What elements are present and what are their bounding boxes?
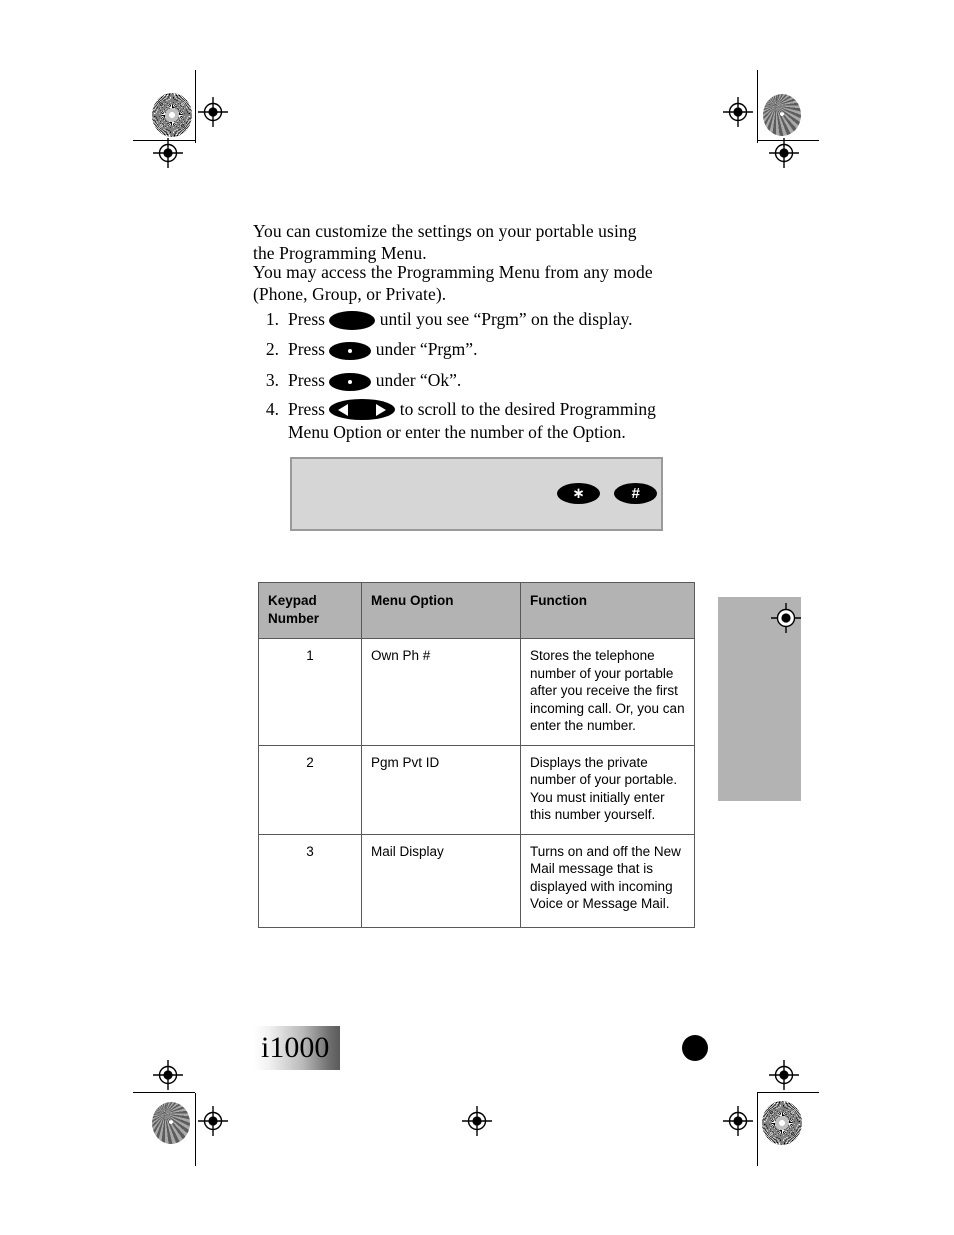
star-key-icon[interactable]: ∗ bbox=[557, 483, 600, 504]
step-text-before: Press bbox=[288, 399, 325, 419]
crop-line-top-right-vertical bbox=[757, 70, 758, 143]
registration-crosshair-top-left-lower bbox=[153, 138, 183, 168]
step-number: 4. bbox=[265, 399, 279, 419]
step-number: 1. bbox=[265, 309, 279, 329]
step-text-before: Press bbox=[288, 370, 325, 390]
intro-paragraph-2: You may access the Programming Menu from… bbox=[253, 262, 653, 304]
registration-crosshair-center-bottom bbox=[462, 1106, 492, 1136]
step-item-2: 2. Press under “Prgm”. bbox=[253, 338, 673, 361]
crop-line-bottom-right-vertical bbox=[757, 1093, 758, 1166]
cell-keypad-number: 1 bbox=[258, 638, 362, 746]
table-header-row: Keypad Number Menu Option Function bbox=[258, 582, 695, 639]
cell-menu-option: Own Ph # bbox=[361, 638, 521, 746]
pound-key-icon[interactable]: # bbox=[614, 483, 657, 504]
page-marker-dot bbox=[682, 1035, 708, 1061]
registration-crosshair-bottom-right-upper bbox=[769, 1060, 799, 1090]
cell-keypad-number: 2 bbox=[258, 744, 362, 835]
step-item-4: 4. Press to scroll to the desired Progra… bbox=[253, 398, 678, 444]
step-text: Press until you see “Prgm” on the displa… bbox=[288, 308, 673, 331]
arrow-right-icon bbox=[376, 403, 387, 416]
soft-key-icon[interactable] bbox=[329, 373, 372, 391]
column-header-menu-option: Menu Option bbox=[361, 582, 521, 639]
crop-line-bottom-left-horizontal bbox=[133, 1092, 195, 1093]
step-text: Press under “Prgm”. bbox=[288, 338, 673, 361]
registration-speckle-top-right bbox=[763, 94, 801, 136]
cell-function: Displays the private number of your port… bbox=[520, 744, 695, 835]
registration-crosshair-bottom-right-outer bbox=[723, 1106, 753, 1136]
cell-menu-option: Mail Display bbox=[361, 833, 521, 928]
table-header: Keypad Number Menu Option Function bbox=[258, 582, 695, 639]
cell-function: Turns on and off the New Mail message th… bbox=[520, 833, 695, 928]
column-header-keypad-number: Keypad Number bbox=[258, 582, 362, 639]
manual-page: You can customize the settings on your p… bbox=[0, 0, 954, 1235]
cell-keypad-number: 3 bbox=[258, 833, 362, 928]
cell-function: Stores the telephone number of your port… bbox=[520, 638, 695, 746]
step-text: Press under “Ok”. bbox=[288, 369, 673, 392]
intro-paragraph-1: You can customize the settings on your p… bbox=[253, 221, 637, 263]
cell-menu-option: Pgm Pvt ID bbox=[361, 744, 521, 835]
table-row: 2 Pgm Pvt ID Displays the private number… bbox=[258, 744, 695, 835]
registration-crosshair-top-left-outer bbox=[198, 97, 228, 127]
step-item-1: 1. Press until you see “Prgm” on the dis… bbox=[253, 308, 673, 331]
scroll-key-icon[interactable] bbox=[329, 399, 396, 420]
programming-menu-table: Keypad Number Menu Option Function 1 Own… bbox=[258, 582, 695, 928]
crop-line-bottom-left-vertical bbox=[195, 1093, 196, 1166]
step-number: 2. bbox=[265, 339, 279, 359]
keypad-callout-box: ∗ # bbox=[290, 457, 663, 531]
step-text-after: under “Ok”. bbox=[375, 370, 462, 390]
crop-line-bottom-right-horizontal bbox=[757, 1092, 819, 1093]
column-header-function: Function bbox=[520, 582, 695, 639]
table-row: 3 Mail Display Turns on and off the New … bbox=[258, 833, 695, 928]
step-text-before: Press bbox=[288, 339, 325, 359]
soft-key-icon[interactable] bbox=[329, 342, 372, 360]
registration-crosshair-bottom-left-outer bbox=[198, 1106, 228, 1136]
crop-line-top-left-vertical bbox=[195, 70, 196, 143]
registration-crosshair-thumb-tab bbox=[771, 603, 801, 633]
step-text: Press to scroll to the desired Programmi… bbox=[288, 398, 678, 444]
registration-starburst-top-left bbox=[152, 93, 192, 137]
registration-speckle-bottom-left bbox=[152, 1102, 190, 1144]
step-number: 3. bbox=[265, 370, 279, 390]
registration-crosshair-top-right-outer bbox=[723, 97, 753, 127]
model-badge: i1000 bbox=[253, 1026, 340, 1070]
step-text-before: Press bbox=[288, 309, 325, 329]
registration-crosshair-top-right-lower bbox=[769, 138, 799, 168]
menu-key-icon[interactable] bbox=[329, 311, 376, 330]
table-body: 1 Own Ph # Stores the telephone number o… bbox=[258, 638, 695, 928]
table-row: 1 Own Ph # Stores the telephone number o… bbox=[258, 638, 695, 746]
step-text-after: under “Prgm”. bbox=[375, 339, 478, 359]
model-badge-label: i1000 bbox=[261, 1031, 330, 1064]
arrow-left-icon bbox=[338, 403, 349, 416]
step-item-3: 3. Press under “Ok”. bbox=[253, 369, 673, 392]
registration-crosshair-bottom-left-upper bbox=[153, 1060, 183, 1090]
registration-starburst-bottom-right bbox=[762, 1101, 802, 1145]
step-text-after: until you see “Prgm” on the display. bbox=[379, 309, 633, 329]
